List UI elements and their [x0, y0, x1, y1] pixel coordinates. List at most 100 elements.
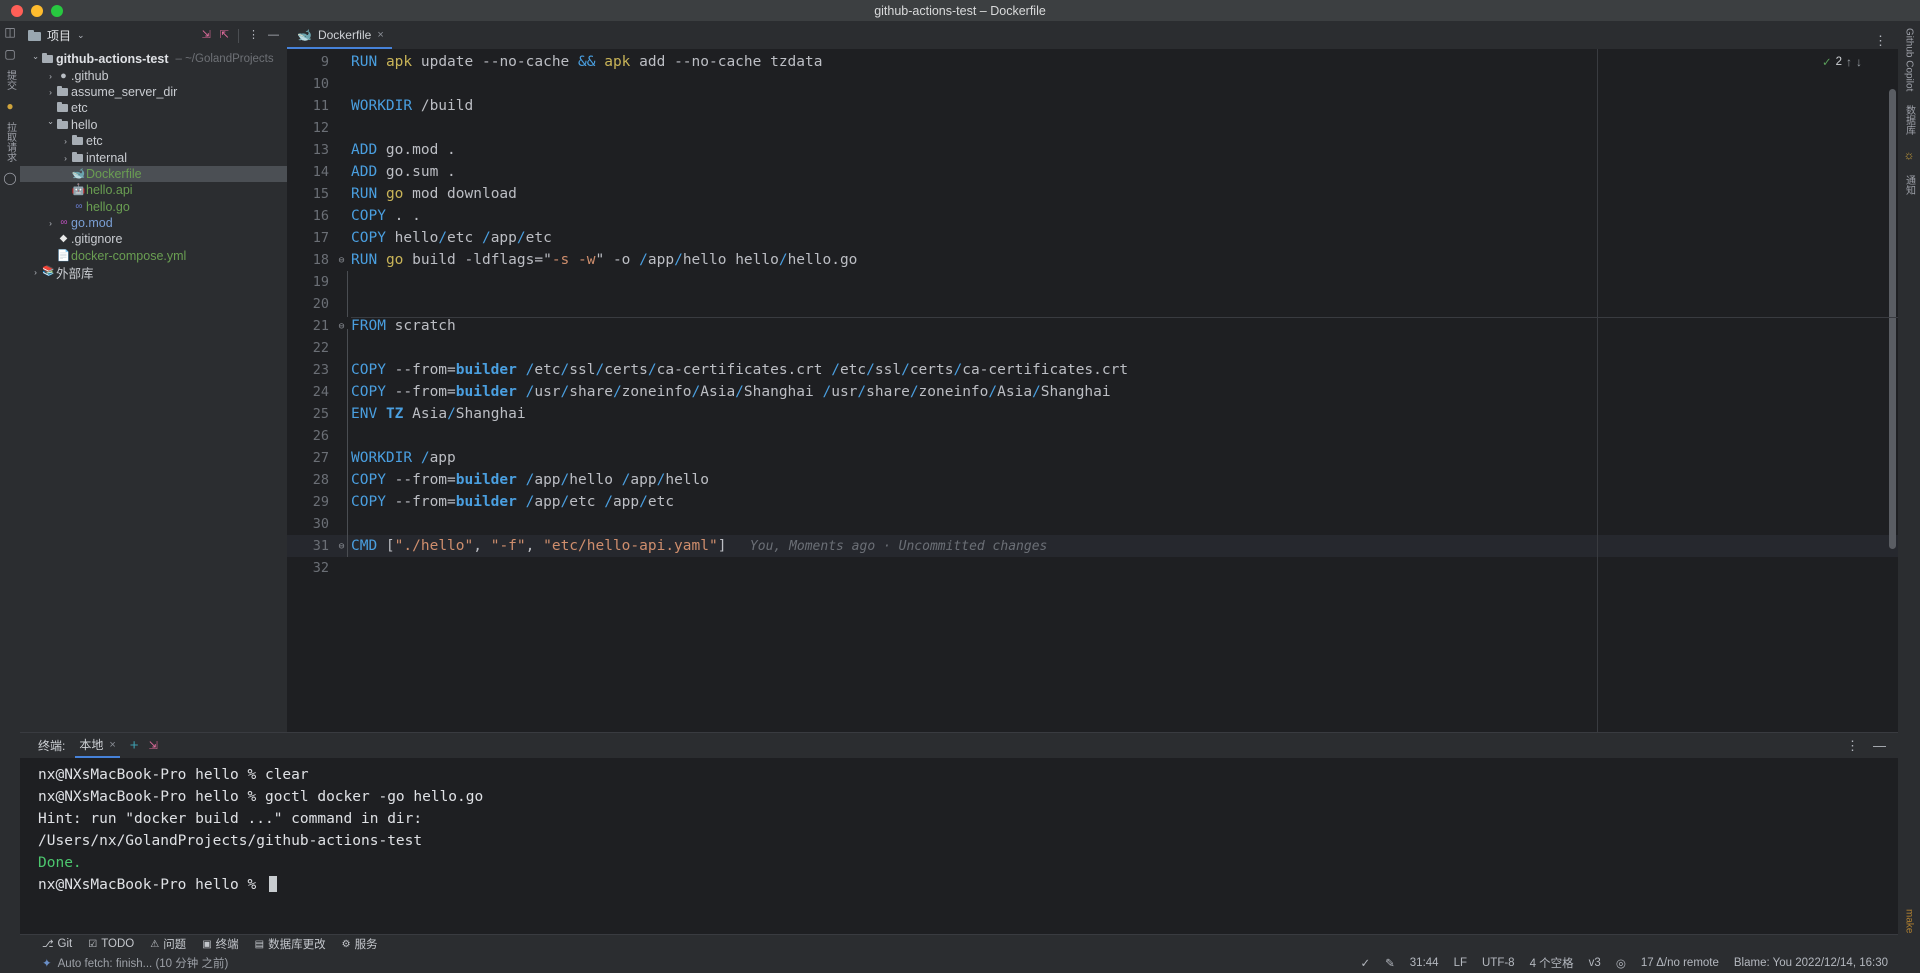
- code-line[interactable]: 14 ADD go.sum .: [287, 161, 1898, 183]
- sidebar-item-make[interactable]: make: [1904, 909, 1915, 973]
- chevron-right-icon[interactable]: [45, 87, 56, 97]
- code-line[interactable]: 30: [287, 513, 1898, 535]
- chevron-right-icon[interactable]: [45, 71, 56, 81]
- code-line[interactable]: 28 COPY --from=builder /app/hello /app/he…: [287, 469, 1898, 491]
- github-icon[interactable]: ◯: [3, 172, 16, 184]
- close-icon[interactable]: ×: [109, 739, 115, 751]
- new-terminal-icon[interactable]: +: [130, 737, 139, 754]
- tree-item-hello.api[interactable]: 🤖 hello.api: [20, 182, 287, 198]
- vcs-changes[interactable]: 17 Δ/no remote: [1641, 957, 1719, 969]
- code-editor[interactable]: 9 RUN apk update --no-cache && apk add --…: [287, 49, 1898, 732]
- tree-item-internal[interactable]: internal: [20, 149, 287, 165]
- code-line[interactable]: 22: [287, 337, 1898, 359]
- editor-options-icon[interactable]: ⋮: [1874, 33, 1898, 49]
- project-tree[interactable]: github-actions-test – ~/GolandProjects .gi…: [20, 49, 287, 732]
- indent-setting[interactable]: 4 个空格: [1530, 955, 1574, 971]
- tool-window-数据库更改[interactable]: ▤ 数据库更改: [255, 936, 326, 952]
- code-line[interactable]: 10: [287, 73, 1898, 95]
- terminal-output[interactable]: nx@NXsMacBook-Pro hello % clear nx@NXsMac…: [20, 758, 1898, 934]
- sidebar-item-commit[interactable]: 提交: [3, 70, 18, 90]
- tool-window-服务[interactable]: ⚙ 服务: [342, 936, 378, 952]
- code-line[interactable]: 31 ⊖ CMD ["./hello", "-f", "etc/hello-api.…: [287, 535, 1898, 557]
- next-problem-icon[interactable]: ↓: [1856, 55, 1862, 69]
- tree-item-docker-compose.yml[interactable]: 📄 docker-compose.yml: [20, 248, 287, 264]
- code-line[interactable]: 19: [287, 271, 1898, 293]
- tree-item-github-actions-test[interactable]: github-actions-test – ~/GolandProjects: [20, 51, 287, 67]
- code-line[interactable]: 24 COPY --from=builder /usr/share/zoneinf…: [287, 381, 1898, 403]
- tree-item-assume_server_dir[interactable]: assume_server_dir: [20, 84, 287, 100]
- tree-item-etc[interactable]: etc: [20, 100, 287, 116]
- tree-item-外部库[interactable]: 📚外部库: [20, 264, 287, 281]
- collapse-all-icon[interactable]: ⇱: [220, 30, 229, 41]
- chevron-right-icon[interactable]: [30, 267, 41, 277]
- fold-toggle-icon[interactable]: ⊖: [335, 255, 348, 266]
- bulb-icon[interactable]: ●: [6, 100, 13, 112]
- blame-info[interactable]: Blame: You 2022/12/14, 16:30: [1734, 957, 1888, 969]
- tool-window-Git[interactable]: ⎇ Git: [42, 938, 72, 950]
- sidebar-item-database[interactable]: 数据库: [1902, 105, 1917, 135]
- tab-dockerfile[interactable]: 🐋 Dockerfile ×: [287, 22, 392, 49]
- chevron-down-icon[interactable]: ⌄: [77, 30, 85, 41]
- branch[interactable]: v3: [1589, 957, 1601, 969]
- tool-window-TODO[interactable]: ☑ TODO: [88, 938, 134, 950]
- lock-icon[interactable]: ◎: [1616, 956, 1626, 970]
- code-line[interactable]: 21 ⊖ FROM scratch: [287, 315, 1898, 337]
- tree-item-hello.go[interactable]: ∞ hello.go: [20, 199, 287, 215]
- check-icon[interactable]: ✓: [1361, 956, 1371, 970]
- tree-item-.github[interactable]: .github: [20, 67, 287, 83]
- expand-terminal-icon[interactable]: ⇲: [149, 739, 158, 752]
- minimize-window-button[interactable]: [31, 4, 43, 17]
- project-icon[interactable]: ◫: [4, 26, 15, 38]
- tree-item-dockerfile[interactable]: 🐋 Dockerfile: [20, 165, 287, 183]
- close-window-button[interactable]: [11, 4, 23, 17]
- inspection-widget[interactable]: ✓ 2 ↑ ↓: [1822, 55, 1862, 69]
- code-line[interactable]: 32: [287, 557, 1898, 579]
- chevron-down-icon[interactable]: [30, 54, 41, 65]
- code-line[interactable]: 15 RUN go mod download: [287, 183, 1898, 205]
- tree-item-hello[interactable]: hello: [20, 117, 287, 133]
- project-options-icon[interactable]: ⋮: [248, 30, 259, 41]
- hide-terminal-icon[interactable]: —: [1873, 738, 1886, 754]
- tool-window-问题[interactable]: ⚠ 问题: [150, 936, 186, 952]
- code-line[interactable]: 26: [287, 425, 1898, 447]
- code-line[interactable]: 23 COPY --from=builder /etc/ssl/certs/ca-…: [287, 359, 1898, 381]
- chevron-down-icon[interactable]: [45, 119, 56, 130]
- chevron-right-icon[interactable]: [60, 136, 71, 146]
- expand-all-icon[interactable]: ⇲: [202, 30, 211, 41]
- file-encoding[interactable]: UTF-8: [1482, 957, 1515, 969]
- close-icon[interactable]: ×: [377, 29, 383, 41]
- tree-item-go.mod[interactable]: ∞ go.mod: [20, 215, 287, 231]
- caret-position[interactable]: 31:44: [1410, 957, 1439, 969]
- terminal-options-icon[interactable]: ⋮: [1846, 738, 1859, 754]
- terminal-panel[interactable]: 终端: 本地 × + ⇲ ⋮ — nx@NXsMacBook-Pro hello…: [20, 732, 1898, 934]
- tool-window-终端[interactable]: ▣ 终端: [202, 936, 238, 952]
- hide-panel-icon[interactable]: —: [268, 30, 279, 41]
- code-line[interactable]: 27 WORKDIR /app: [287, 447, 1898, 469]
- code-line[interactable]: 9 RUN apk update --no-cache && apk add --…: [287, 51, 1898, 73]
- terminal-tab-local[interactable]: 本地 ×: [75, 733, 120, 758]
- code-line[interactable]: 12: [287, 117, 1898, 139]
- line-separator[interactable]: LF: [1454, 957, 1467, 969]
- notification-bell-icon[interactable]: ☼: [1904, 149, 1915, 161]
- zoom-window-button[interactable]: [51, 4, 63, 17]
- tree-item-etc[interactable]: etc: [20, 133, 287, 149]
- previous-problem-icon[interactable]: ↑: [1846, 55, 1852, 69]
- sidebar-item-notifications[interactable]: 通知: [1902, 175, 1917, 195]
- tree-item-.gitignore[interactable]: ◆ .gitignore: [20, 231, 287, 247]
- editor-vertical-scrollbar[interactable]: [1889, 89, 1896, 549]
- edit-icon[interactable]: ✎: [1385, 956, 1395, 970]
- code-line[interactable]: 11 WORKDIR /build: [287, 95, 1898, 117]
- code-line[interactable]: 29 COPY --from=builder /app/etc /app/etc: [287, 491, 1898, 513]
- code-line[interactable]: 17 COPY hello/etc /app/etc: [287, 227, 1898, 249]
- bookmarks-icon[interactable]: ▢: [4, 48, 15, 60]
- code-content[interactable]: 9 RUN apk update --no-cache && apk add --…: [287, 49, 1898, 579]
- chevron-right-icon[interactable]: [60, 153, 71, 163]
- code-line[interactable]: 25 ENV TZ Asia/Shanghai: [287, 403, 1898, 425]
- code-line[interactable]: 13 ADD go.mod .: [287, 139, 1898, 161]
- sidebar-item-github-copilot[interactable]: Github Copilot: [1904, 28, 1915, 91]
- code-line[interactable]: 20: [287, 293, 1898, 315]
- chevron-right-icon[interactable]: [45, 218, 56, 228]
- code-line[interactable]: 18 ⊖ RUN go build -ldflags="-s -w" -o /app…: [287, 249, 1898, 271]
- code-line[interactable]: 16 COPY . .: [287, 205, 1898, 227]
- sidebar-item-pull-requests[interactable]: 拉取请求: [3, 122, 18, 162]
